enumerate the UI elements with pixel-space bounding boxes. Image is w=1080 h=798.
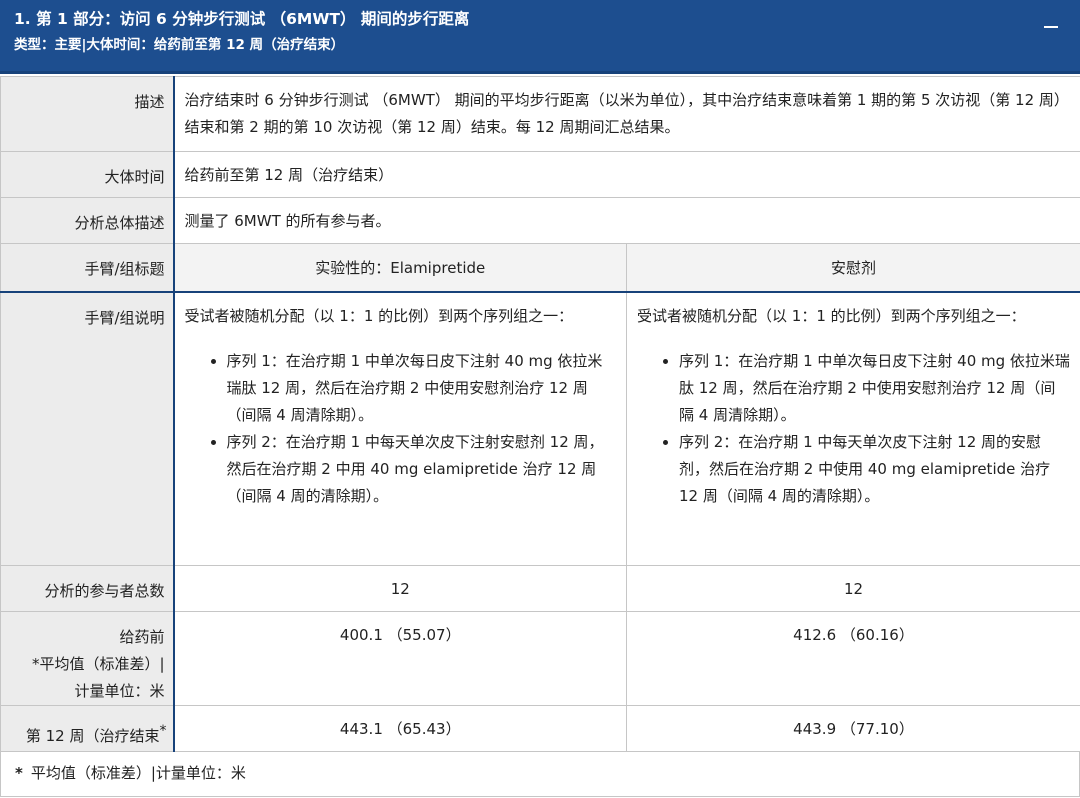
- list-item: 序列 1：在治疗期 1 中单次每日皮下注射 40 mg 依拉米瑞肽 12 周，然…: [649, 348, 1070, 429]
- arm2-title: 安慰剂: [626, 243, 1080, 293]
- table-row: 手臂/组标题 实验性的：Elamipretide 安慰剂: [0, 243, 1080, 293]
- arm2-participants: 12: [626, 565, 1080, 612]
- table-row: 大体时间 给药前至第 12 周（治疗结束）: [0, 151, 1080, 198]
- row-label-timeframe: 大体时间: [0, 151, 175, 198]
- description-value: 治疗结束时 6 分钟步行测试 （6MWT） 期间的平均步行距离（以米为单位），其…: [173, 76, 1080, 152]
- table-row: 描述 治疗结束时 6 分钟步行测试 （6MWT） 期间的平均步行距离（以米为单位…: [0, 76, 1080, 152]
- collapse-icon[interactable]: [1044, 12, 1060, 32]
- arm1-description: 受试者被随机分配（以 1：1 的比例）到两个序列组之一： 序列 1：在治疗期 1…: [173, 291, 627, 566]
- arm1-participants: 12: [173, 565, 627, 612]
- table-row: 手臂/组说明 受试者被随机分配（以 1：1 的比例）到两个序列组之一： 序列 1…: [0, 291, 1080, 566]
- row-label-population: 分析总体描述: [0, 197, 175, 244]
- arm2-predose-value: 412.6 （60.16）: [626, 611, 1080, 706]
- arm1-predose-value: 400.1 （55.07）: [173, 611, 627, 706]
- list-item: 序列 2：在治疗期 1 中每天单次皮下注射 12 周的安慰剂，然后在治疗期 2 …: [649, 429, 1070, 510]
- footnote-star: *: [15, 764, 23, 782]
- table-row: 分析的参与者总数 12 12: [0, 565, 1080, 612]
- section-title: 1. 第 1 部分：访问 6 分钟步行测试 （6MWT） 期间的步行距离: [14, 10, 470, 28]
- week12-star: *: [159, 723, 167, 739]
- arm1-week12-value: 443.1 （65.43）: [173, 705, 627, 752]
- results-table: 描述 治疗结束时 6 分钟步行测试 （6MWT） 期间的平均步行距离（以米为单位…: [0, 76, 1080, 752]
- arm2-sequence-list: 序列 1：在治疗期 1 中单次每日皮下注射 40 mg 依拉米瑞肽 12 周，然…: [649, 348, 1070, 510]
- table-row: 第 12 周（治疗结束* 443.1 （65.43） 443.9 （77.10）: [0, 705, 1080, 752]
- predose-label: 给药前: [119, 628, 165, 646]
- arm2-week12-value: 443.9 （77.10）: [626, 705, 1080, 752]
- table-row: 分析总体描述 测量了 6MWT 的所有参与者。: [0, 197, 1080, 244]
- row-label-predose: 给药前 *平均值（标准差）| 计量单位：米: [0, 611, 175, 706]
- row-label-week12: 第 12 周（治疗结束*: [0, 705, 175, 752]
- footnote: * 平均值（标准差）|计量单位：米: [0, 751, 1080, 797]
- list-item: 序列 2：在治疗期 1 中每天单次皮下注射安慰剂 12 周，然后在治疗期 2 中…: [197, 429, 617, 510]
- arm1-intro: 受试者被随机分配（以 1：1 的比例）到两个序列组之一：: [184, 306, 574, 325]
- timeframe-value: 给药前至第 12 周（治疗结束）: [173, 151, 1080, 198]
- section-header[interactable]: 1. 第 1 部分：访问 6 分钟步行测试 （6MWT） 期间的步行距离 类型：…: [0, 0, 1080, 74]
- row-label-arm-title: 手臂/组标题: [0, 243, 175, 293]
- population-value: 测量了 6MWT 的所有参与者。: [173, 197, 1080, 244]
- row-label-participants: 分析的参与者总数: [0, 565, 175, 612]
- predose-unit-label: 计量单位：米: [74, 682, 165, 700]
- arm1-sequence-list: 序列 1：在治疗期 1 中单次每日皮下注射 40 mg 依拉米瑞肽 12 周，然…: [197, 348, 617, 510]
- arm2-intro: 受试者被随机分配（以 1：1 的比例）到两个序列组之一：: [637, 306, 1026, 325]
- predose-stat-label: *平均值（标准差）|: [31, 655, 165, 673]
- list-item: 序列 1：在治疗期 1 中单次每日皮下注射 40 mg 依拉米瑞肽 12 周，然…: [197, 348, 617, 429]
- table-row: 给药前 *平均值（标准差）| 计量单位：米 400.1 （55.07） 412.…: [0, 611, 1080, 706]
- arm2-description: 受试者被随机分配（以 1：1 的比例）到两个序列组之一： 序列 1：在治疗期 1…: [626, 291, 1080, 566]
- footnote-text: 平均值（标准差）|计量单位：米: [30, 764, 246, 782]
- section-subtitle: 类型：主要|大体时间：给药前至第 12 周（治疗结束）: [14, 37, 345, 53]
- row-label-arm-description: 手臂/组说明: [0, 291, 175, 566]
- week12-label: 第 12 周（治疗结束: [25, 727, 160, 745]
- arm1-title: 实验性的：Elamipretide: [173, 243, 627, 293]
- row-label-description: 描述: [0, 76, 175, 152]
